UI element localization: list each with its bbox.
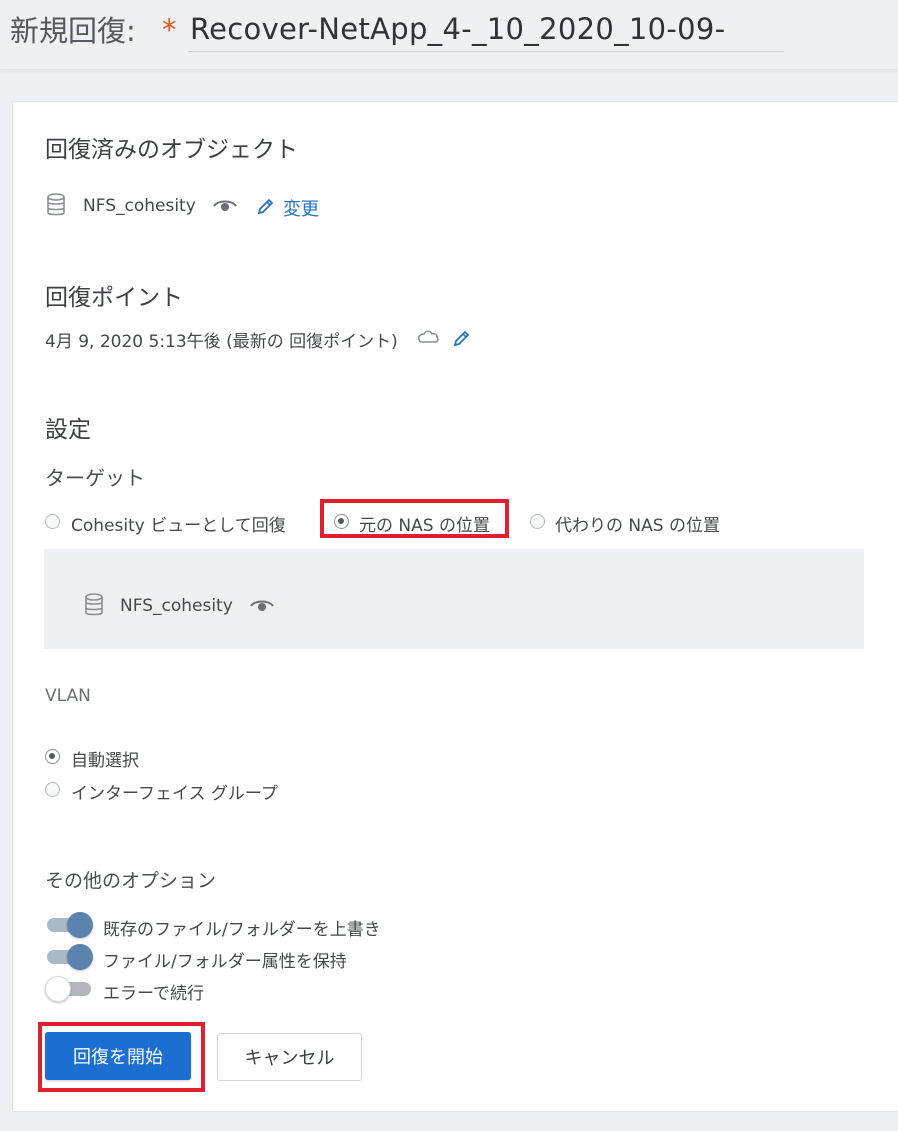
eye-icon[interactable] <box>213 199 237 213</box>
toggle-continue-on-error[interactable] <box>45 976 93 1002</box>
radio-alternate-nas-label[interactable]: 代わりの NAS の位置 <box>555 511 720 536</box>
toggle-overwrite-label: 既存のファイル/フォルダーを上書き <box>103 920 381 940</box>
radio-interface-group[interactable] <box>45 782 60 797</box>
radio-original-nas-label[interactable]: 元の NAS の位置 <box>359 511 490 536</box>
cancel-button[interactable]: キャンセル <box>217 1033 362 1081</box>
other-options-title: その他のオプション <box>45 870 217 892</box>
toggle-overwrite[interactable] <box>45 912 93 938</box>
object-name: NFS_cohesity <box>83 196 196 216</box>
target-object-panel: NFS_cohesity <box>44 549 864 649</box>
toggle-preserve-attributes-label: ファイル/フォルダー属性を保持 <box>103 952 347 972</box>
recovery-name-input[interactable] <box>188 6 784 52</box>
recovery-point-title: 回復ポイント <box>45 285 183 311</box>
toggle-preserve-attributes[interactable] <box>45 944 93 970</box>
eye-icon[interactable] <box>250 599 274 613</box>
required-mark: * <box>162 13 177 47</box>
pencil-icon[interactable] <box>257 198 274 215</box>
toggle-continue-on-error-label: エラーで続行 <box>103 984 204 1004</box>
database-icon <box>46 193 66 217</box>
start-recovery-button[interactable]: 回復を開始 <box>45 1032 191 1080</box>
radio-cohesity-view[interactable] <box>45 514 60 529</box>
radio-cohesity-view-label[interactable]: Cohesity ビューとして回復 <box>71 511 286 536</box>
target-object-name: NFS_cohesity <box>120 596 233 616</box>
pencil-icon[interactable] <box>453 330 470 347</box>
recovery-form-card: 回復済みのオブジェクト NFS_cohesity 変更 回復ポイント 4月 9,… <box>12 101 898 1112</box>
database-icon <box>84 593 104 617</box>
vlan-label: VLAN <box>45 686 91 706</box>
page-title: 新規回復: <box>10 14 136 48</box>
radio-auto-select-label[interactable]: 自動選択 <box>71 746 139 771</box>
radio-auto-select[interactable] <box>45 749 60 764</box>
change-link[interactable]: 変更 <box>283 195 319 221</box>
recovery-point-value: 4月 9, 2020 5:13午後 (最新の 回復ポイント) <box>45 332 398 352</box>
radio-original-nas[interactable] <box>334 514 349 529</box>
settings-title: 設定 <box>45 417 91 443</box>
target-label: ターゲット <box>45 466 145 490</box>
radio-alternate-nas[interactable] <box>530 514 545 529</box>
cloud-icon <box>416 328 440 344</box>
recovered-objects-title: 回復済みのオブジェクト <box>45 137 298 163</box>
radio-interface-group-label[interactable]: インターフェイス グループ <box>71 779 278 804</box>
page-header: 新規回復: * <box>0 0 898 70</box>
